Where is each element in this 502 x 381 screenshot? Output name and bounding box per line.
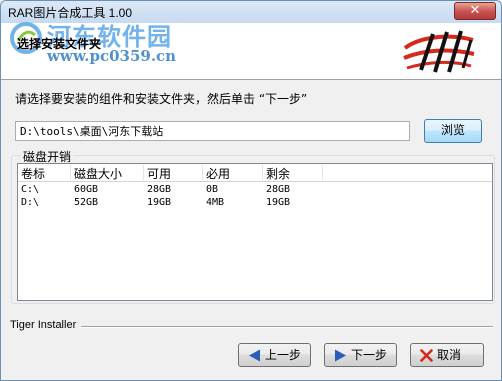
cancel-button-label: 取消 — [437, 348, 462, 362]
arrow-right-icon — [335, 349, 346, 362]
cell-required: 4MB — [206, 197, 225, 208]
table-row[interactable]: D:\ 52GB 19GB 4MB 19GB — [18, 197, 492, 210]
cell-volume: C:\ — [21, 184, 40, 195]
cell-available: 19GB — [147, 197, 172, 208]
installer-brand-label: Tiger Installer — [10, 319, 77, 331]
arrow-left-icon — [249, 349, 260, 362]
next-button-label: 下一步 — [351, 348, 388, 362]
cell-volume: D:\ — [21, 197, 40, 208]
table-row[interactable]: C:\ 60GB 28GB 0B 28GB — [18, 184, 492, 197]
page-title: 选择安装文件夹 — [17, 37, 102, 51]
installer-window: RAR图片合成工具 1.00 ✕ 选择安装文件夹 河东软件园 www.pc035… — [0, 0, 502, 381]
column-header-available[interactable]: 可用 — [144, 165, 203, 181]
cell-size: 52GB — [74, 197, 99, 208]
cancel-x-icon — [420, 349, 433, 362]
install-path-input[interactable] — [15, 121, 410, 141]
tiger-stripes-logo — [403, 30, 475, 73]
close-button[interactable]: ✕ — [454, 2, 496, 20]
cancel-button[interactable]: 取消 — [410, 343, 484, 367]
back-button[interactable]: 上一步 — [238, 343, 311, 367]
close-icon: ✕ — [469, 3, 481, 18]
column-header-remaining[interactable]: 剩余 — [263, 165, 323, 181]
disk-list[interactable]: 卷标 磁盘大小 可用 必用 剩余 C:\ 60GB 28GB 0B 28GB D… — [17, 163, 493, 301]
column-header-size[interactable]: 磁盘大小 — [71, 165, 144, 181]
disk-list-header: 卷标 磁盘大小 可用 必用 剩余 — [18, 164, 492, 182]
column-header-volume[interactable]: 卷标 — [18, 165, 71, 181]
next-button[interactable]: 下一步 — [324, 343, 397, 367]
back-button-label: 上一步 — [265, 348, 302, 362]
browse-button[interactable]: 浏览 — [424, 119, 482, 143]
column-header-required[interactable]: 必用 — [203, 165, 263, 181]
instruction-text: 请选择要安装的组件和安装文件夹，然后单击 “下一步” — [15, 92, 308, 106]
cell-required: 0B — [206, 184, 219, 195]
cell-size: 60GB — [74, 184, 99, 195]
cell-available: 28GB — [147, 184, 172, 195]
cell-remaining: 28GB — [266, 184, 291, 195]
cell-remaining: 19GB — [266, 197, 291, 208]
footer-divider — [81, 326, 493, 328]
